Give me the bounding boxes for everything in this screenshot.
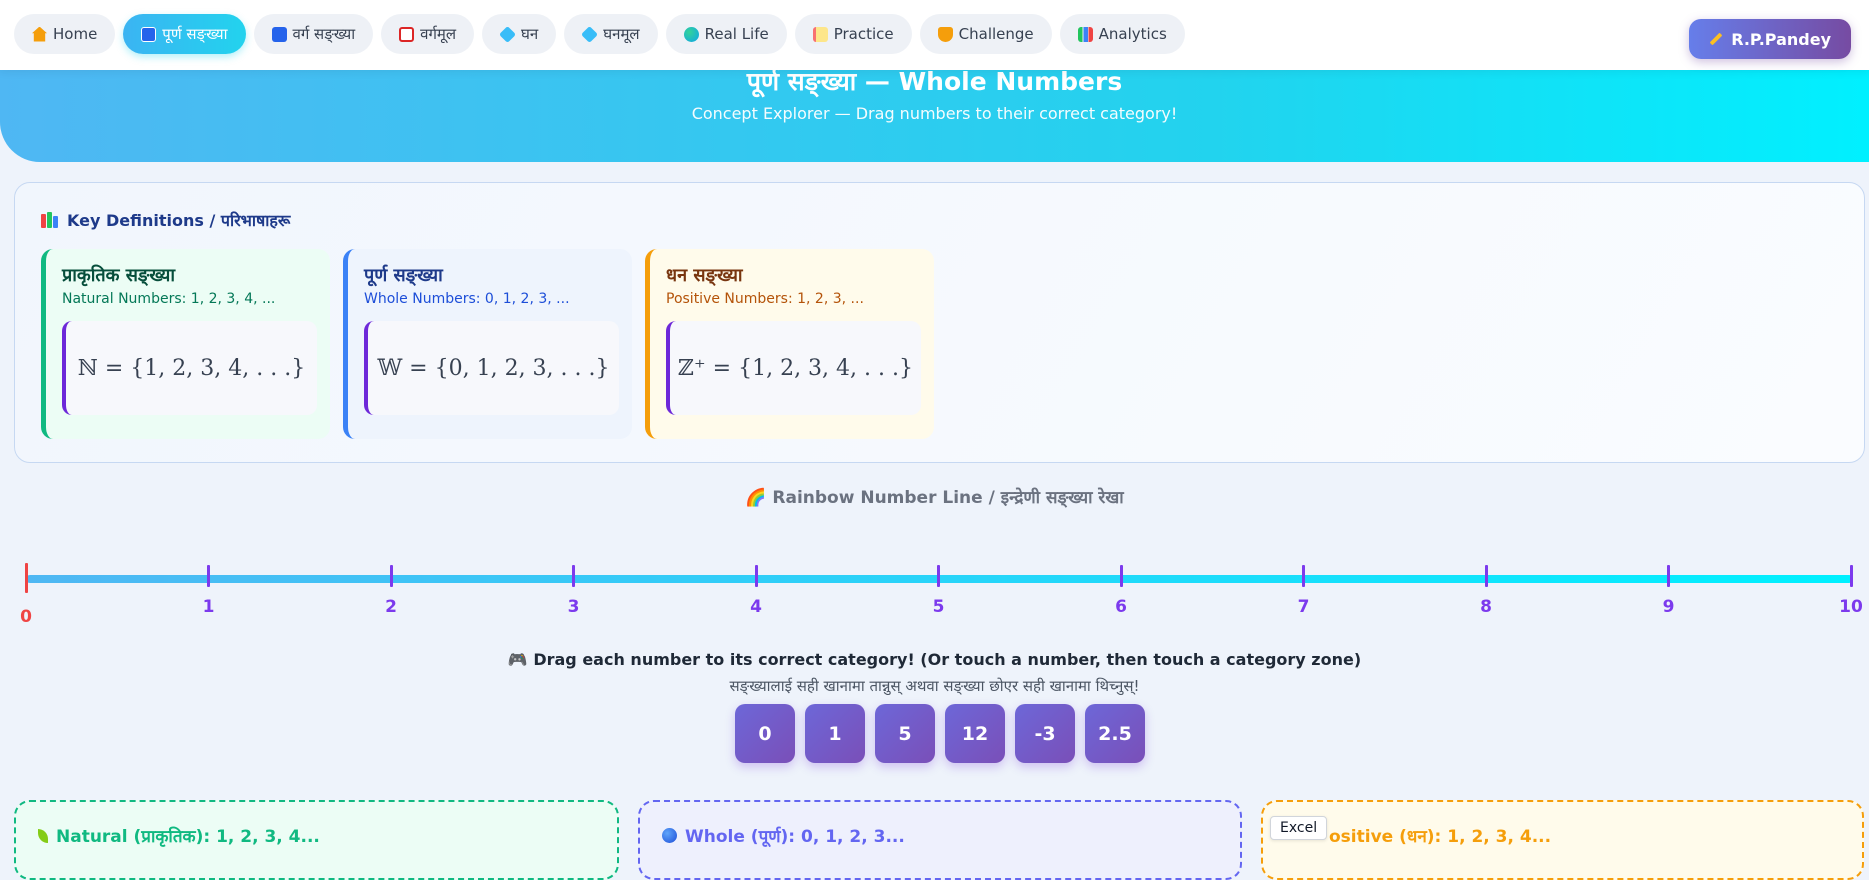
tab-real-life[interactable]: Real Life bbox=[665, 14, 787, 54]
number-chip[interactable]: 5 bbox=[875, 704, 935, 763]
top-navbar: Home पूर्ण सङ्ख्या वर्ग सङ्ख्या वर्गमूल … bbox=[0, 0, 1869, 70]
number-line-tick-label: 1 bbox=[202, 597, 215, 617]
cube-icon bbox=[581, 25, 599, 43]
definition-subtitle: Positive Numbers: 1, 2, 3, ... bbox=[666, 291, 864, 307]
number-line-tick-label: 3 bbox=[567, 597, 580, 617]
number-line-tick bbox=[24, 563, 28, 593]
tab-challenge[interactable]: Challenge bbox=[919, 14, 1052, 54]
number-line-tick-label: 7 bbox=[1297, 597, 1310, 617]
memo-icon bbox=[812, 26, 828, 42]
hero-banner: पूर्ण सङ्ख्या — Whole Numbers Concept Ex… bbox=[0, 54, 1869, 162]
number-line-tick-label: 4 bbox=[750, 597, 762, 617]
tab-whole-numbers[interactable]: पूर्ण सङ्ख्या bbox=[123, 14, 246, 54]
definition-title: प्राकृतिक सङ्ख्या bbox=[62, 265, 176, 286]
pencil-icon bbox=[1709, 32, 1723, 46]
number-line-tick-label: 10 bbox=[1839, 597, 1863, 617]
numbers-icon bbox=[141, 26, 157, 42]
number-line-tick bbox=[572, 565, 575, 587]
tab-square-root[interactable]: वर्गमूल bbox=[381, 14, 475, 54]
number-line-tick-label: 2 bbox=[385, 597, 397, 617]
trophy-icon bbox=[937, 26, 953, 42]
number-chip[interactable]: -3 bbox=[1015, 704, 1075, 763]
number-line-tick bbox=[1119, 565, 1123, 587]
drop-zone-positive[interactable]: ositive (धन): 1, 2, 3, 4... bbox=[1261, 800, 1864, 880]
number-chips: 0 1 5 12 -3 2.5 bbox=[735, 704, 1145, 763]
number-chip[interactable]: 1 bbox=[805, 704, 865, 763]
number-line-tick-label: 5 bbox=[932, 597, 945, 617]
blue-circle-icon bbox=[662, 828, 677, 843]
definition-card-positive: धन सङ्ख्या Positive Numbers: 1, 2, 3, ..… bbox=[645, 249, 934, 439]
number-line-tick bbox=[1302, 565, 1305, 587]
definition-subtitle: Natural Numbers: 1, 2, 3, 4, ... bbox=[62, 291, 276, 307]
number-line-tick-label: 0 bbox=[20, 607, 32, 627]
drop-zone-whole[interactable]: Whole (पूर्ण): 0, 1, 2, 3... bbox=[638, 800, 1242, 880]
house-icon bbox=[32, 26, 47, 42]
definition-formula: 𝕎 = {0, 1, 2, 3, . . .} bbox=[364, 321, 619, 415]
tooltip: Excel bbox=[1270, 816, 1328, 840]
number-line-tick bbox=[937, 565, 940, 587]
square-icon bbox=[271, 26, 287, 42]
seedling-icon bbox=[38, 828, 48, 843]
definition-formula: ℕ = {1, 2, 3, 4, . . .} bbox=[62, 321, 317, 415]
definitions-panel: Key Definitions / परिभाषाहरू प्राकृतिक स… bbox=[14, 182, 1865, 463]
tab-home[interactable]: Home bbox=[14, 14, 116, 54]
number-line-tick-label: 8 bbox=[1480, 597, 1492, 617]
definition-card-natural: प्राकृतिक सङ्ख्या Natural Numbers: 1, 2,… bbox=[41, 249, 330, 439]
page-subtitle: Concept Explorer — Drag numbers to their… bbox=[691, 104, 1178, 123]
definition-subtitle: Whole Numbers: 0, 1, 2, 3, ... bbox=[364, 291, 570, 307]
definition-title: धन सङ्ख्या bbox=[666, 265, 743, 286]
calculator-icon bbox=[399, 26, 415, 42]
number-line-tick bbox=[1667, 565, 1670, 587]
drag-instruction: 🎮 Drag each number to its correct catego… bbox=[507, 650, 1362, 669]
bar-chart-icon bbox=[1077, 26, 1093, 42]
tab-analytics[interactable]: Analytics bbox=[1059, 14, 1185, 54]
number-line-tick bbox=[389, 565, 393, 587]
number-line-tick bbox=[207, 565, 210, 587]
number-chip[interactable]: 0 bbox=[735, 704, 795, 763]
books-icon bbox=[41, 212, 59, 228]
number-line-tick bbox=[1849, 565, 1853, 587]
cube-icon bbox=[499, 25, 517, 43]
drag-instruction-nepali: सङ्ख्यालाई सही खानामा तान्नुस् अथवा सङ्ख… bbox=[729, 677, 1140, 695]
number-chip[interactable]: 2.5 bbox=[1085, 704, 1145, 763]
zone-label: ositive (धन): 1, 2, 3, 4... bbox=[1329, 827, 1552, 847]
definition-title: पूर्ण सङ्ख्या bbox=[364, 265, 443, 286]
tab-cube[interactable]: घन bbox=[482, 14, 557, 54]
zone-label: Natural (प्राकृतिक): 1, 2, 3, 4... bbox=[56, 827, 320, 847]
drop-zone-natural[interactable]: Natural (प्राकृतिक): 1, 2, 3, 4... bbox=[14, 800, 619, 880]
number-line-title: 🌈 Rainbow Number Line / इन्द्रेणी सङ्ख्य… bbox=[745, 488, 1124, 508]
definitions-heading: Key Definitions / परिभाषाहरू bbox=[41, 209, 290, 231]
user-profile-button[interactable]: R.P.Pandey bbox=[1689, 19, 1851, 59]
number-line-tick-label: 6 bbox=[1115, 597, 1127, 617]
tab-cube-root[interactable]: घनमूल bbox=[564, 14, 658, 54]
number-line-tick-label: 9 bbox=[1662, 597, 1675, 617]
definition-formula: ℤ⁺ = {1, 2, 3, 4, . . .} bbox=[666, 321, 921, 415]
definition-card-whole: पूर्ण सङ्ख्या Whole Numbers: 0, 1, 2, 3,… bbox=[343, 249, 632, 439]
tab-square-numbers[interactable]: वर्ग सङ्ख्या bbox=[253, 14, 374, 54]
zone-label: Whole (पूर्ण): 0, 1, 2, 3... bbox=[685, 827, 905, 847]
number-line-tick bbox=[1484, 565, 1488, 587]
number-line-tick bbox=[754, 565, 758, 587]
number-chip[interactable]: 12 bbox=[945, 704, 1005, 763]
globe-icon bbox=[683, 26, 699, 42]
tab-practice[interactable]: Practice bbox=[794, 14, 912, 54]
tab-bar: Home पूर्ण सङ्ख्या वर्ग सङ्ख्या वर्गमूल … bbox=[14, 14, 1185, 54]
